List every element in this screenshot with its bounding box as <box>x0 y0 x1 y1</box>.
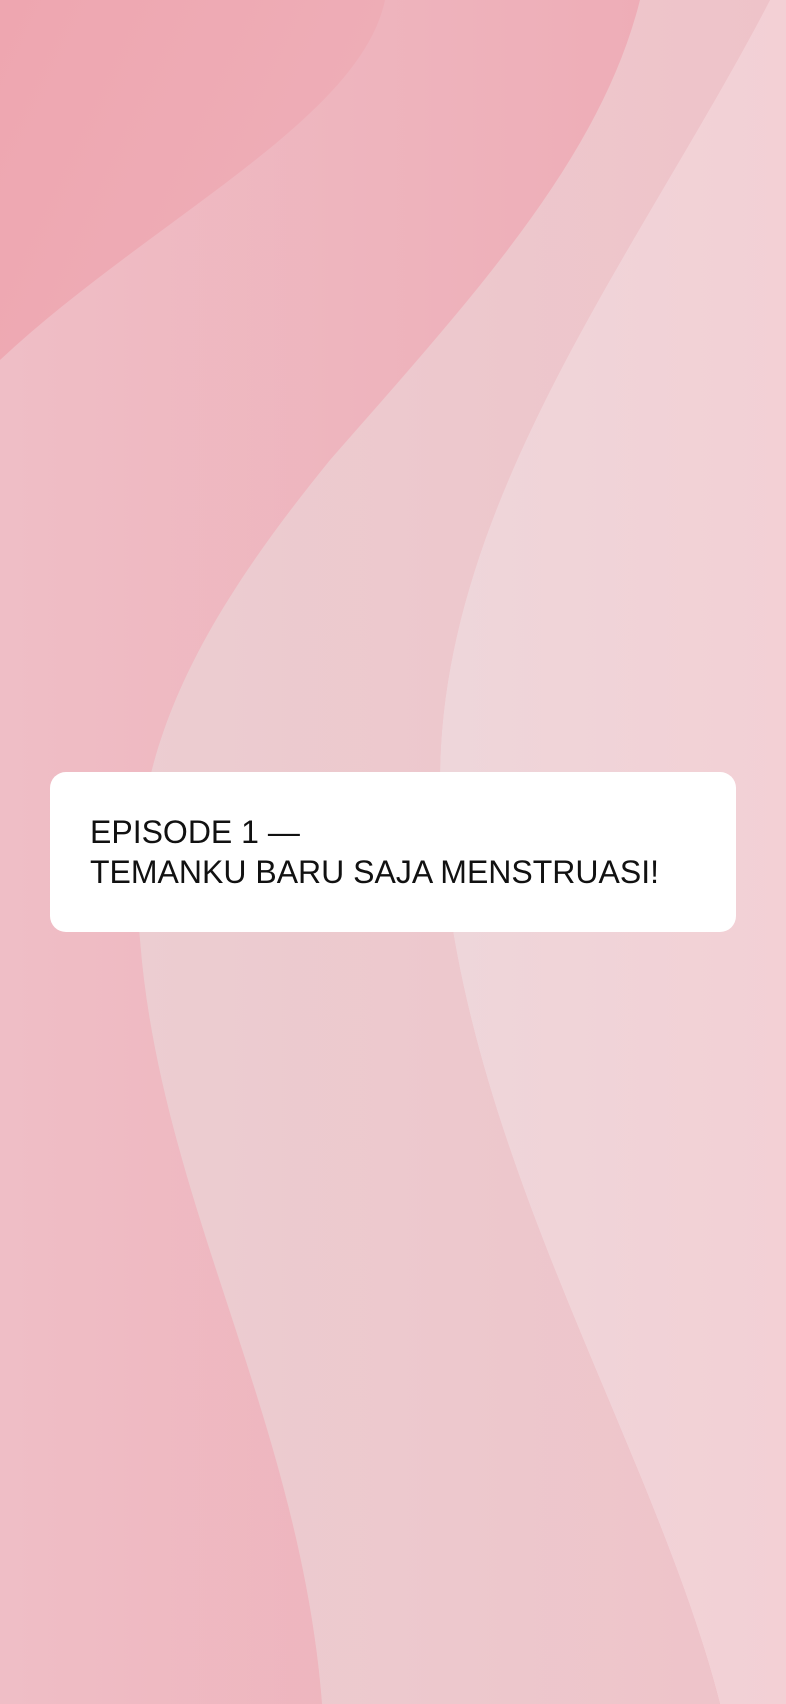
episode-title-card: EPISODE 1 — TEMANKU BARU SAJA MENSTRUASI… <box>50 772 736 932</box>
episode-label: EPISODE 1 — <box>90 814 300 850</box>
episode-title-screen: EPISODE 1 — TEMANKU BARU SAJA MENSTRUASI… <box>0 0 786 1704</box>
episode-title: TEMANKU BARU SAJA MENSTRUASI! <box>90 854 659 890</box>
